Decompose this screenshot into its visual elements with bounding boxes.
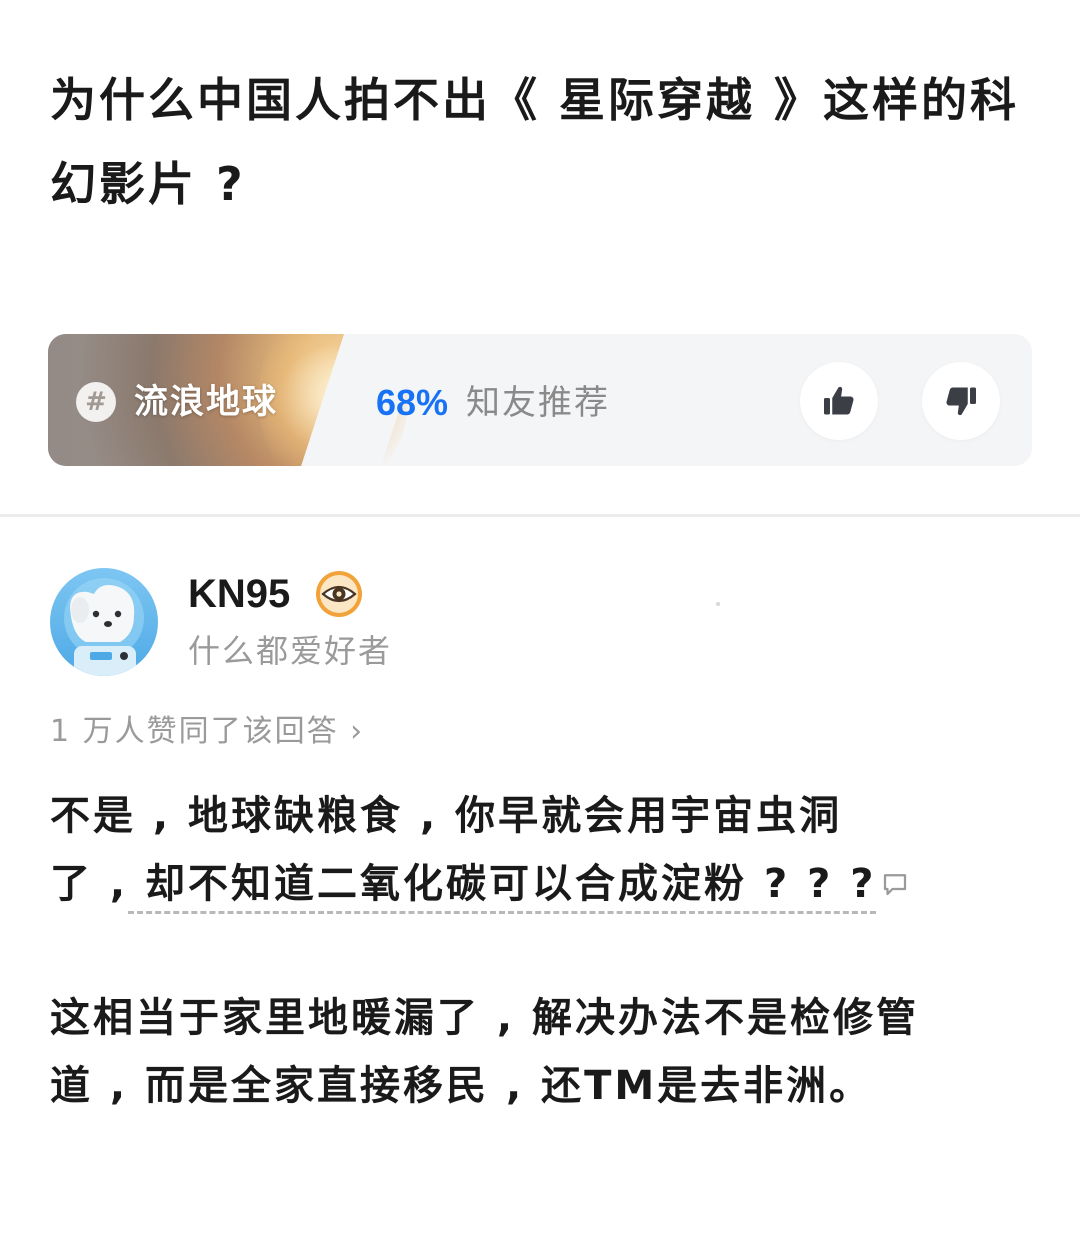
answer-paragraph-1-line-2: 了 , 却不知道二氧化碳可以合成淀粉 ? ? ? [50,850,1050,918]
author-avatar[interactable] [50,568,158,676]
answer-paragraph-2-line-2: 道 , 而是全家直接移民 , 还TM是去非洲。 [50,1063,873,1109]
thumbs-down-button[interactable] [922,362,1000,440]
thumbs-up-button[interactable] [800,362,878,440]
answer-paragraph-1-line-2-prefix: 了 , [50,861,129,907]
author-bio: 什么都爱好者 [188,632,393,670]
answer-paragraph-2: 这相当于家里地暖漏了 , 解决办法不是检修管 道 , 而是全家直接移民 , 还T… [50,984,1050,1120]
avatar-dog-astronaut-icon [64,578,144,676]
comment-bubble-icon[interactable] [880,869,910,899]
highlighted-comment-text[interactable]: 却不知道二氧化碳可以合成淀粉 ? ? ? [128,861,877,914]
answer-paragraph-1-line-1: 不是 , 地球缺粮食 , 你早就会用宇宙虫洞 [50,793,843,839]
decorative-dot [716,602,720,606]
rating-label: 知友推荐 [466,383,610,423]
answer-paragraph-1: 不是 , 地球缺粮食 , 你早就会用宇宙虫洞 了 , 却不知道二氧化碳可以合成淀… [50,782,1050,918]
upvote-summary-link[interactable]: 1 万人赞同了该回答 › [50,710,364,754]
thumbs-down-icon [946,387,976,416]
hashtag-icon: # [76,382,116,422]
movie-name[interactable]: 流浪地球 [134,378,278,426]
eye-badge-icon [316,571,362,617]
rating-percent: 68% [376,382,449,423]
section-divider [0,514,1080,517]
author-name[interactable]: KN95 [188,570,290,618]
answer-paragraph-2-line-1: 这相当于家里地暖漏了 , 解决办法不是检修管 [50,995,920,1041]
thumbs-up-icon [824,386,854,415]
question-title[interactable]: 为什么中国人拍不出《 星际穿越 》这样的科幻影片 ? [50,58,1040,226]
